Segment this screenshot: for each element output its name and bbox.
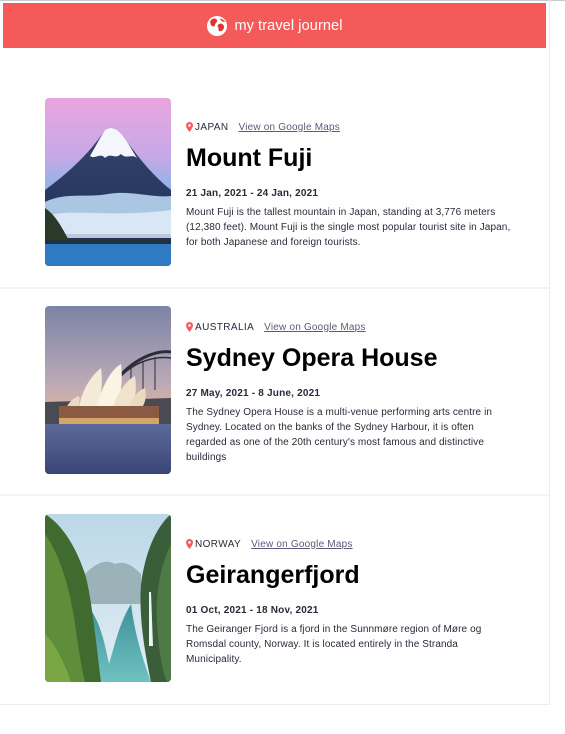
view-on-google-maps-link[interactable]: View on Google Maps (264, 322, 365, 333)
location-row: NORWAY View on Google Maps (186, 537, 516, 551)
entry-info: JAPAN View on Google Maps Mount Fuji 21 … (186, 120, 516, 250)
entry-divider (0, 287, 549, 289)
entry-description: Mount Fuji is the tallest mountain in Ja… (186, 207, 511, 248)
entry-photo-sydney-opera-house (45, 306, 171, 474)
entry-country: AUSTRALIA (195, 321, 255, 333)
location-row: AUSTRALIA View on Google Maps (186, 320, 516, 334)
location-pin-icon (186, 539, 193, 549)
view-on-google-maps-link[interactable]: View on Google Maps (251, 539, 352, 550)
location-row: JAPAN View on Google Maps (186, 120, 516, 134)
navbar: my travel journel (3, 3, 546, 48)
entry-info: NORWAY View on Google Maps Geirangerfjor… (186, 537, 516, 667)
page-bottom-edge (0, 704, 549, 705)
entry-divider (0, 494, 549, 496)
view-on-google-maps-link[interactable]: View on Google Maps (239, 122, 340, 133)
entry-photo-mount-fuji (45, 98, 171, 266)
window-top-border (0, 0, 565, 1)
page-right-edge (549, 0, 550, 705)
entry-dates: 27 May, 2021 - 8 June, 2021 (186, 388, 321, 399)
entry-description: The Sydney Opera House is a multi-venue … (186, 407, 493, 463)
entry-title: Geirangerfjord (186, 561, 360, 589)
entry-title: Mount Fuji (186, 144, 313, 172)
entry-dates: 21 Jan, 2021 - 24 Jan, 2021 (186, 188, 319, 199)
entry-country: JAPAN (195, 121, 229, 133)
entry-photo-geirangerfjord (45, 514, 171, 682)
entry-title: Sydney Opera House (186, 344, 438, 372)
entry-description: The Geiranger Fjord is a fjord in the Su… (186, 624, 482, 665)
entry-info: AUSTRALIA View on Google Maps Sydney Ope… (186, 320, 516, 465)
navbar-brand[interactable]: my travel journel (206, 15, 342, 37)
location-pin-icon (186, 322, 193, 332)
entry-dates: 01 Oct, 2021 - 18 Nov, 2021 (186, 605, 319, 616)
globe-icon (207, 15, 228, 36)
location-pin-icon (186, 122, 193, 132)
app-title: my travel journel (234, 17, 343, 34)
entry-country: NORWAY (195, 538, 242, 550)
